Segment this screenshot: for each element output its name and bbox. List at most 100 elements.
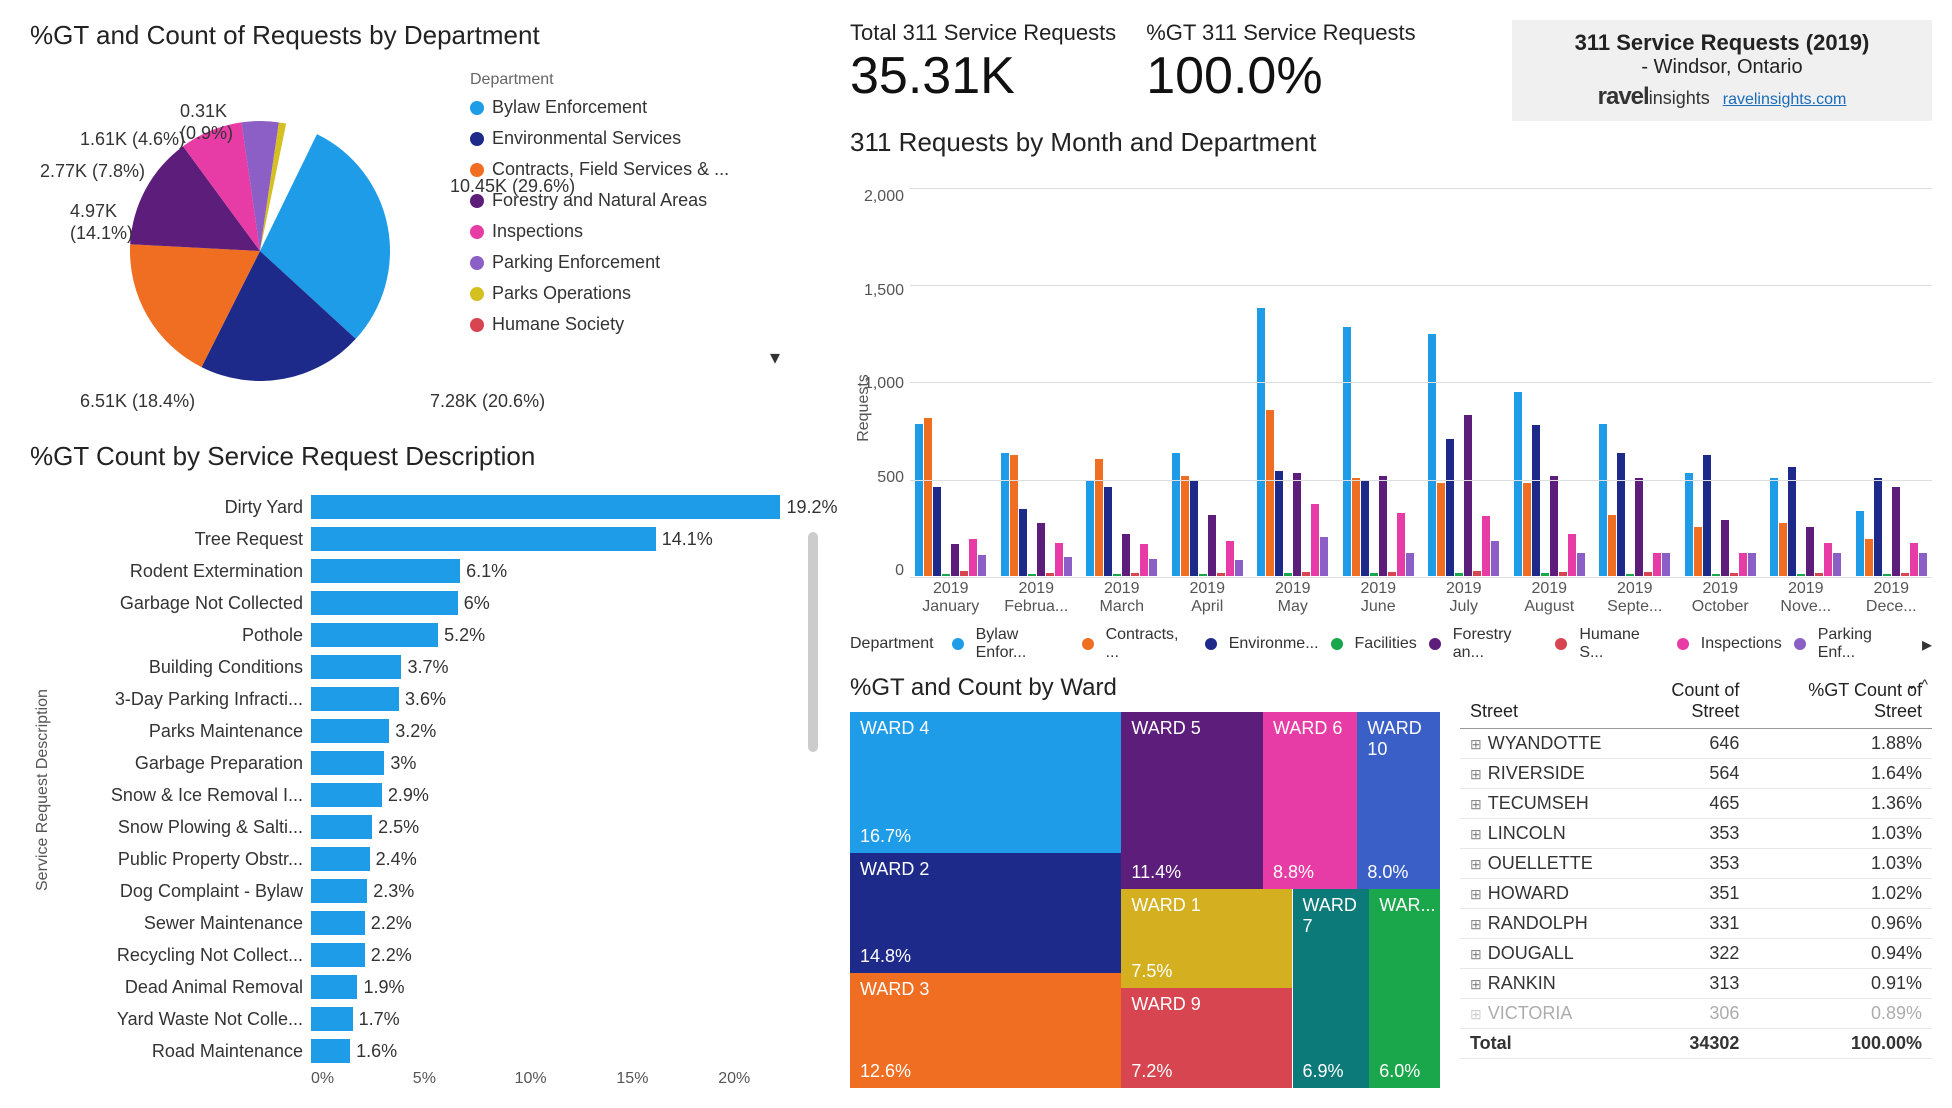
treemap-cell[interactable]: WARD 214.8% [850,853,1121,973]
column-bar[interactable] [1428,334,1436,576]
treemap-cell[interactable]: WAR...6.0% [1369,889,1440,1088]
table-row[interactable]: ⊞RANDOLPH3310.96% [1460,909,1932,939]
column-bar[interactable] [1577,553,1585,576]
column-bar[interactable] [1685,473,1693,576]
column-bar[interactable] [1235,560,1243,576]
column-bar[interactable] [1352,478,1360,576]
column-bar[interactable] [1406,553,1414,576]
column-bar[interactable] [1361,481,1369,576]
column-bar[interactable] [1550,476,1558,576]
column-bar[interactable] [1788,467,1796,576]
legend-item[interactable]: Bylaw Enforcement [470,97,820,118]
column-group[interactable]: 2019April [1167,178,1249,620]
column-bar[interactable] [1770,478,1778,576]
column-bar[interactable] [1172,453,1180,576]
column-bar[interactable] [1748,553,1756,576]
column-bar[interactable] [1608,515,1616,576]
column-bar[interactable] [1635,478,1643,576]
treemap-cell[interactable]: WARD 17.5% [1121,889,1292,989]
hbar-row[interactable]: Public Property Obstr... 2.4% [56,844,800,874]
column-bar[interactable] [1617,453,1625,576]
column-bar[interactable] [1892,487,1900,576]
column-bar[interactable] [1140,544,1148,576]
column-bar[interactable] [924,418,932,576]
treemap-cell[interactable]: WARD 68.8% [1263,712,1357,889]
legend-more-icon[interactable]: ▾ [470,345,820,370]
expand-icon[interactable]: ⊞ [1470,766,1482,782]
column-bar[interactable] [1721,520,1729,576]
table-row[interactable]: ⊞TECUMSEH4651.36% [1460,789,1932,819]
column-bar[interactable] [1694,527,1702,576]
column-bar[interactable] [1919,553,1927,576]
table-row[interactable]: ⊞RANKIN3130.91% [1460,969,1932,999]
column-bar[interactable] [1208,515,1216,576]
column-bar[interactable] [1482,516,1490,576]
hbar-row[interactable]: Recycling Not Collect... 2.2% [56,940,800,970]
hbar-row[interactable]: Dead Animal Removal 1.9% [56,972,800,1002]
column-bar[interactable] [1806,527,1814,576]
table-row[interactable]: ⊞DOUGALL3220.94% [1460,939,1932,969]
treemap-cell[interactable]: WARD 97.2% [1121,988,1292,1088]
legend-item[interactable]: Parking Enforcement [470,252,820,273]
column-bar[interactable] [1397,513,1405,576]
treemap-cell[interactable]: WARD 312.6% [850,973,1121,1088]
treemap-cell[interactable]: WARD 108.0% [1357,712,1440,889]
column-bar[interactable] [969,539,977,576]
column-bar[interactable] [1226,541,1234,576]
column-bar[interactable] [1019,509,1027,576]
column-group[interactable]: 2019October [1680,178,1762,620]
hbar-row[interactable]: Garbage Not Collected 6% [56,588,800,618]
table-row[interactable]: ⊞HOWARD3511.02% [1460,879,1932,909]
column-bar[interactable] [1104,487,1112,576]
column-group[interactable]: 2019June [1338,178,1420,620]
column-bar[interactable] [915,424,923,576]
column-bar[interactable] [1856,511,1864,576]
expand-icon[interactable]: ⊞ [1470,736,1482,752]
hbar-row[interactable]: Tree Request 14.1% [56,524,800,554]
column-bar[interactable] [1086,480,1094,576]
column-bar[interactable] [1037,523,1045,576]
column-bar[interactable] [1257,308,1265,576]
hbar-row[interactable]: Pothole 5.2% [56,620,800,650]
column-bar[interactable] [1779,523,1787,576]
column-bar[interactable] [1064,557,1072,576]
column-bar[interactable] [1010,455,1018,576]
column-bar[interactable] [1320,537,1328,576]
column-group[interactable]: 2019January [910,178,992,620]
column-bar[interactable] [1275,471,1283,576]
column-bar[interactable] [1824,543,1832,576]
table-row[interactable]: ⊞OUELLETTE3531.03% [1460,849,1932,879]
legend-item[interactable]: Inspections [470,221,820,242]
column-bar[interactable] [1532,425,1540,576]
column-group[interactable]: 2019July [1423,178,1505,620]
column-bar[interactable] [951,544,959,576]
column-bar[interactable] [933,487,941,576]
hbar-row[interactable]: Snow Plowing & Salti... 2.5% [56,812,800,842]
column-group[interactable]: 2019March [1081,178,1163,620]
table-row[interactable]: ⊞WYANDOTTE6461.88% [1460,729,1932,759]
column-bar[interactable] [1311,504,1319,576]
expand-icon[interactable]: ⊞ [1470,856,1482,872]
legend-item[interactable]: Parks Operations [470,283,820,304]
column-bar[interactable] [1491,541,1499,576]
column-bar[interactable] [1568,534,1576,576]
column-bar[interactable] [1514,392,1522,576]
legend-item[interactable]: Humane Society [470,314,820,335]
column-bar[interactable] [1149,559,1157,577]
column-group[interactable]: 2019Dece... [1851,178,1933,620]
column-bar[interactable] [1874,478,1882,576]
column-bar[interactable] [1437,483,1445,576]
column-bar[interactable] [1055,543,1063,576]
th-pct[interactable]: %GT Count of Street⌄ ^ [1749,674,1932,729]
column-bar[interactable] [1379,476,1387,576]
hbar-row[interactable]: Parks Maintenance 3.2% [56,716,800,746]
column-bar[interactable] [1293,473,1301,576]
treemap-cell[interactable]: WARD 76.9% [1293,889,1370,1088]
hbar-row[interactable]: Road Maintenance 1.6% [56,1036,800,1066]
treemap-cell[interactable]: WARD 416.7% [850,712,1121,853]
hbar-row[interactable]: Dog Complaint - Bylaw 2.3% [56,876,800,906]
column-bar[interactable] [1446,439,1454,576]
expand-icon[interactable]: ⊞ [1470,796,1482,812]
hbar-chart[interactable]: Service Request Description Dirty Yard 1… [30,492,820,1088]
table-row[interactable]: ⊞VICTORIA3060.89% [1460,999,1932,1029]
